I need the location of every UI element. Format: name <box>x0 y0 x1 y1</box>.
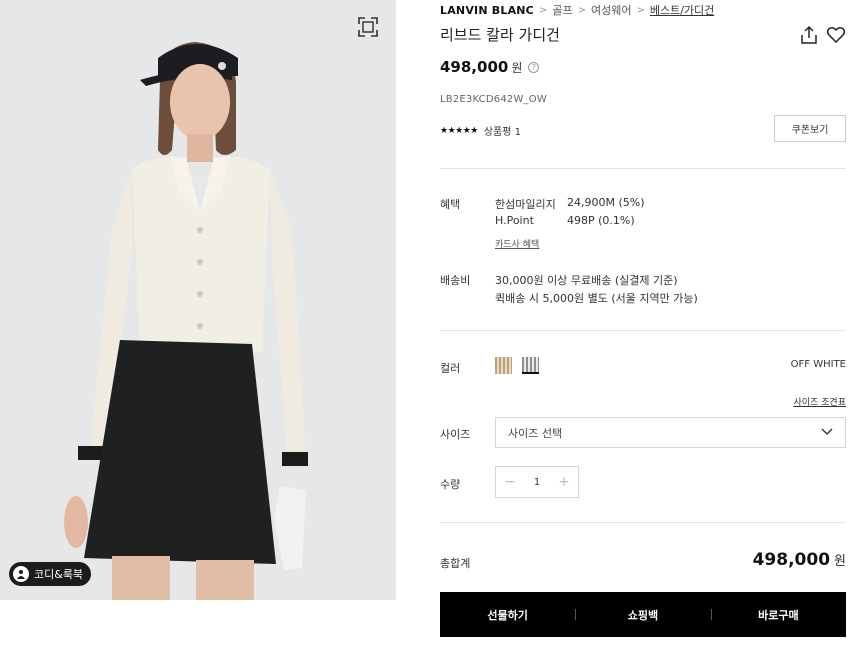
shipping-label: 배송비 <box>440 274 471 287</box>
breadcrumb-item-current[interactable]: 베스트/가디건 <box>650 2 714 18</box>
coordi-lookbook-button[interactable]: 코디&룩북 <box>9 562 92 586</box>
product-price: 498,000 원 ? <box>440 58 540 76</box>
divider <box>440 330 846 331</box>
shopping-bag-button[interactable]: 쇼핑백 <box>575 607 710 623</box>
chevron-right-icon: > <box>577 4 586 16</box>
benefit-name: H.Point <box>495 214 534 227</box>
quantity-increase-button[interactable]: + <box>558 474 570 490</box>
color-label: 컬러 <box>440 362 461 375</box>
coordi-lookbook-label: 코디&룩북 <box>34 568 84 581</box>
divider <box>440 168 846 169</box>
breadcrumb-item-womens[interactable]: 여성웨어 <box>591 2 631 18</box>
size-chart-link[interactable]: 사이즈 조견표 <box>793 395 846 408</box>
total-price: 498,000 원 <box>753 550 846 570</box>
benefit-row: H.Point 498P (0.1%) <box>495 214 635 227</box>
heart-icon[interactable] <box>826 25 846 45</box>
price-unit: 원 <box>511 60 523 75</box>
benefit-value: 24,900M (5%) <box>567 196 645 209</box>
quantity-stepper: − 1 + <box>495 466 579 498</box>
shipping-info-line: 30,000원 이상 무료배송 (실결제 기준) <box>495 274 678 287</box>
breadcrumb-item-golf[interactable]: 골프 <box>552 2 572 18</box>
share-icon[interactable] <box>799 25 819 45</box>
chevron-right-icon: > <box>538 4 548 16</box>
star-rating-icon: ★★★★★ <box>440 125 478 136</box>
breadcrumb: LANVIN BLANC > 골프 > 여성웨어 > 베스트/가디건 <box>440 2 714 18</box>
total-label: 총합계 <box>440 557 471 570</box>
person-icon <box>13 566 29 582</box>
product-title: 리브드 칼라 가디건 <box>440 26 560 44</box>
help-icon[interactable]: ? <box>528 61 540 73</box>
total-value: 498,000 <box>752 550 831 570</box>
buy-now-button[interactable]: 바로구매 <box>710 607 846 623</box>
purchase-action-bar: 선물하기 쇼핑백 바로구매 <box>440 592 846 637</box>
breadcrumb-brand[interactable]: LANVIN BLANC <box>440 4 534 17</box>
expand-icon[interactable] <box>357 16 379 38</box>
benefit-row: 한섬마일리지 24,900M (5%) <box>495 196 645 212</box>
gift-button[interactable]: 선물하기 <box>440 607 575 623</box>
size-select[interactable]: 사이즈 선택 <box>495 417 846 448</box>
divider <box>440 522 846 523</box>
quantity-label: 수량 <box>440 478 461 491</box>
size-select-placeholder: 사이즈 선택 <box>508 426 563 440</box>
review-count-link[interactable]: 상품평 1 <box>484 123 521 138</box>
price-value: 498,000 <box>440 58 509 76</box>
selected-color-name: OFF WHITE <box>790 359 846 370</box>
total-unit: 원 <box>834 554 846 569</box>
quantity-value[interactable]: 1 <box>534 477 540 488</box>
benefit-label: 혜택 <box>440 198 461 211</box>
size-label: 사이즈 <box>440 428 471 441</box>
benefit-value: 498P (0.1%) <box>567 214 635 227</box>
view-coupon-button[interactable]: 쿠폰보기 <box>774 115 846 142</box>
product-image[interactable]: 코디&룩북 <box>0 0 396 600</box>
chevron-right-icon: > <box>636 4 645 16</box>
model-illustration <box>0 0 396 600</box>
quantity-decrease-button[interactable]: − <box>504 474 516 490</box>
shipping-info-line: 퀵배송 시 5,000원 별도 (서울 지역만 가능) <box>495 292 698 305</box>
color-swatch-beige[interactable] <box>495 357 512 374</box>
product-sku: LB2E3KCD642W_OW <box>440 94 547 105</box>
card-benefit-link[interactable]: 카드사 혜택 <box>495 237 539 250</box>
rating: ★★★★★ 상품평 1 <box>440 123 521 139</box>
benefit-name: 한섬마일리지 <box>495 198 556 211</box>
chevron-down-icon <box>821 426 833 439</box>
color-swatch-off-white[interactable] <box>522 357 539 374</box>
